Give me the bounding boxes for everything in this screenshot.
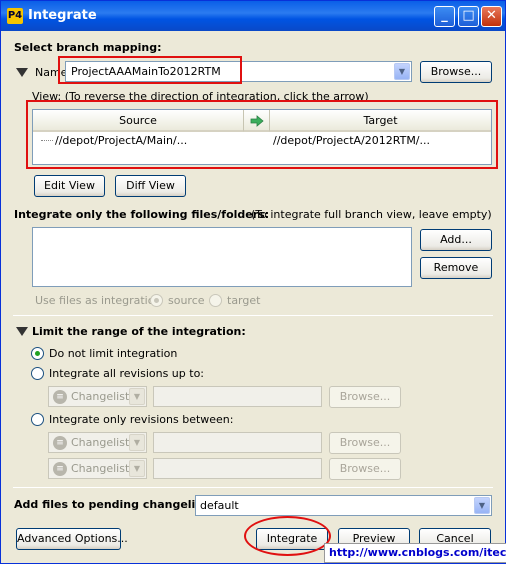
up-to-browse-button[interactable]: Browse... xyxy=(329,386,401,408)
add-files-button[interactable]: Add... xyxy=(420,229,492,251)
between-to-type-combo[interactable]: ≡ Changelist ▼ xyxy=(48,458,147,479)
source-option-label: source xyxy=(168,294,205,307)
pending-changelist-combo[interactable]: default ▼ xyxy=(195,495,492,516)
up-to-type-combo[interactable]: ≡ Changelist ▼ xyxy=(48,386,147,407)
between-from-browse-button[interactable]: Browse... xyxy=(329,432,401,454)
highlight-annotation xyxy=(26,100,498,169)
up-to-label: Integrate all revisions up to: xyxy=(49,367,204,380)
between-radio[interactable] xyxy=(31,413,44,426)
remove-files-button[interactable]: Remove xyxy=(420,257,492,279)
no-limit-radio[interactable] xyxy=(31,347,44,360)
chevron-down-icon[interactable]: ▼ xyxy=(129,388,145,405)
edit-view-button[interactable]: Edit View xyxy=(34,175,105,197)
up-to-radio[interactable] xyxy=(31,367,44,380)
files-heading: Integrate only the following files/folde… xyxy=(14,208,270,221)
changelist-label: Changelist xyxy=(71,436,130,449)
chevron-down-icon[interactable]: ▼ xyxy=(474,497,490,514)
between-from-type-combo[interactable]: ≡ Changelist ▼ xyxy=(48,432,147,453)
chevron-down-icon[interactable]: ▼ xyxy=(129,434,145,451)
files-note: (To integrate full branch view, leave em… xyxy=(251,208,492,221)
changelist-label: Changelist xyxy=(71,462,130,475)
p4-app-icon: P4 xyxy=(7,8,23,24)
changelist-label: Changelist xyxy=(71,390,130,403)
highlight-annotation xyxy=(58,56,242,84)
between-to-value-field[interactable] xyxy=(153,458,322,479)
chevron-down-icon[interactable]: ▼ xyxy=(394,63,410,80)
close-button[interactable]: ✕ xyxy=(481,6,502,27)
advanced-options-button[interactable]: Advanced Options... xyxy=(16,528,128,550)
browse-branch-button[interactable]: Browse... xyxy=(420,61,492,83)
between-from-value-field[interactable] xyxy=(153,432,322,453)
branch-mapping-heading: Select branch mapping: xyxy=(14,41,162,54)
collapse-triangle-icon[interactable] xyxy=(16,68,28,77)
target-radio[interactable] xyxy=(209,294,222,307)
use-files-label: Use files as integration xyxy=(35,294,162,307)
section-divider xyxy=(13,487,493,488)
files-list[interactable] xyxy=(32,227,412,287)
pending-changelist-value: default xyxy=(200,499,239,512)
collapse-triangle-icon[interactable] xyxy=(16,327,28,336)
target-option-label: target xyxy=(227,294,261,307)
section-divider xyxy=(13,315,493,316)
maximize-button[interactable]: □ xyxy=(458,6,479,27)
changelist-icon: ≡ xyxy=(53,462,67,476)
pending-changelist-label: Add files to pending changelist: xyxy=(14,498,212,511)
title-bar[interactable]: P4 Integrate _ □ ✕ xyxy=(1,1,505,31)
chevron-down-icon[interactable]: ▼ xyxy=(129,460,145,477)
changelist-icon: ≡ xyxy=(53,390,67,404)
minimize-button[interactable]: _ xyxy=(434,6,455,27)
changelist-icon: ≡ xyxy=(53,436,67,450)
source-radio[interactable] xyxy=(150,294,163,307)
highlight-annotation xyxy=(244,516,331,556)
range-heading: Limit the range of the integration: xyxy=(32,325,246,338)
between-label: Integrate only revisions between: xyxy=(49,413,234,426)
diff-view-button[interactable]: Diff View xyxy=(115,175,186,197)
integrate-dialog: P4 Integrate _ □ ✕ Select branch mapping… xyxy=(0,0,506,564)
between-to-browse-button[interactable]: Browse... xyxy=(329,458,401,480)
no-limit-label: Do not limit integration xyxy=(49,347,178,360)
watermark-url: http://www.cnblogs.com/itech xyxy=(324,543,506,563)
window-title: Integrate xyxy=(28,8,97,23)
up-to-value-field[interactable] xyxy=(153,386,322,407)
